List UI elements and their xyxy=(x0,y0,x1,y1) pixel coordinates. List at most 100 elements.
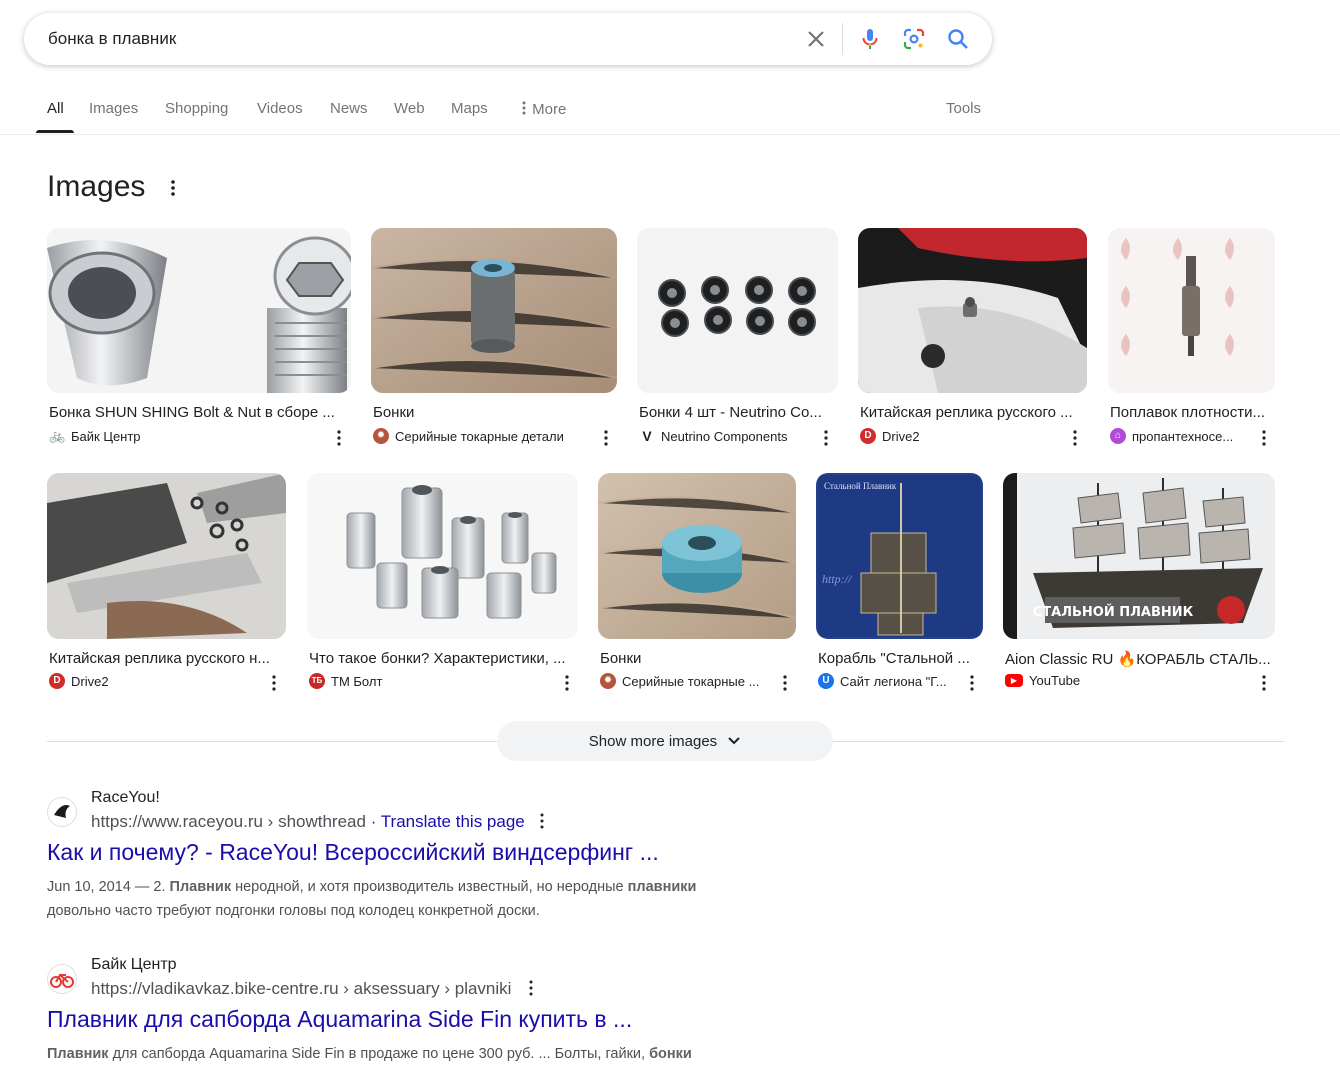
show-more-label: Show more images xyxy=(588,732,718,750)
tab-more-label: More xyxy=(532,101,567,118)
image-title: Бонки 4 шт - Neutrino Co... xyxy=(639,404,822,421)
image-source: D Drive2 xyxy=(860,428,1058,444)
tab-all[interactable]: All xyxy=(47,100,64,117)
image-card[interactable]: Бонки 4 шт - Neutrino Co... V Neutrino C… xyxy=(637,228,838,448)
result-url[interactable]: https://vladikavkaz.bike-centre.ru › aks… xyxy=(91,979,511,998)
tab-more[interactable]: More xyxy=(520,100,566,118)
image-card[interactable]: Поплавок плотности... ⌂ пропантехносе... xyxy=(1108,228,1275,448)
image-source: ▶ YouTube xyxy=(1005,673,1245,688)
image-thumbnail xyxy=(858,228,1087,393)
image-source: ТБ ТМ Болт xyxy=(309,673,547,689)
image-card[interactable]: Бонки ✹ Серийные токарные детали xyxy=(371,228,617,448)
more-options-icon[interactable] xyxy=(1068,428,1082,448)
search-result: RaceYou! https://www.raceyou.ru › showth… xyxy=(47,789,807,927)
chevron-down-icon xyxy=(728,737,740,745)
image-thumbnail xyxy=(598,473,796,639)
result-title-link[interactable]: Плавник для сапборда Aquamarina Side Fin… xyxy=(47,1006,632,1033)
source-name: Сайт легиона "Г... xyxy=(840,673,947,689)
tab-web[interactable]: Web xyxy=(394,100,425,117)
more-options-icon[interactable] xyxy=(965,673,979,693)
youtube-icon: ▶ xyxy=(1005,674,1023,687)
drive2-logo-icon: D xyxy=(49,673,65,689)
image-card[interactable]: Что такое бонки? Характеристики, ... ТБ … xyxy=(307,473,578,693)
more-options-icon[interactable] xyxy=(778,673,792,693)
search-box[interactable] xyxy=(24,13,992,65)
snippet-highlight: плавники xyxy=(627,879,697,895)
more-options-icon[interactable] xyxy=(1257,673,1271,693)
gear-icon: ✹ xyxy=(600,673,616,689)
raceyou-logo-icon xyxy=(54,805,70,818)
image-card[interactable]: Стальной Плавник http:// Корабль "Стальн… xyxy=(816,473,983,693)
result-url-line: https://www.raceyou.ru › showthread · Tr… xyxy=(91,812,549,832)
search-input[interactable] xyxy=(48,13,768,65)
source-name: ТМ Болт xyxy=(331,673,383,689)
microphone-icon[interactable] xyxy=(858,27,882,51)
images-heading: Images xyxy=(47,170,146,203)
result-site-name[interactable]: RaceYou! xyxy=(91,789,160,807)
image-thumbnail xyxy=(47,473,286,639)
bicycle-icon xyxy=(50,973,74,988)
image-thumbnail xyxy=(47,228,351,393)
tab-news[interactable]: News xyxy=(330,100,368,117)
image-thumbnail: Стальной Плавник http:// xyxy=(816,473,983,639)
ship-banner-text: СТАЛЬНОЙ ПЛАВНИК xyxy=(1033,604,1194,620)
more-options-icon[interactable] xyxy=(524,979,538,997)
image-card[interactable]: СТАЛЬНОЙ ПЛАВНИК Aion Classic RU 🔥КОРАБЛ… xyxy=(1003,473,1275,693)
image-title: Бонки xyxy=(373,404,415,421)
tools-button[interactable]: Tools xyxy=(946,100,981,117)
google-lens-icon[interactable] xyxy=(902,27,926,51)
snippet-highlight: Плавник xyxy=(169,879,232,895)
site-favicon[interactable] xyxy=(47,797,77,827)
tab-images[interactable]: Images xyxy=(89,100,138,117)
image-title: Поплавок плотности... xyxy=(1110,404,1266,421)
image-card[interactable]: Бонка SHUN SHING Bolt & Nut в сборе ... … xyxy=(47,228,351,448)
divider xyxy=(47,741,497,742)
site-favicon[interactable] xyxy=(47,964,77,994)
tab-maps[interactable]: Maps xyxy=(451,100,488,117)
search-icon[interactable] xyxy=(946,27,970,51)
more-options-icon[interactable] xyxy=(535,812,549,830)
result-site-name[interactable]: Байк Центр xyxy=(91,956,177,974)
image-thumbnail xyxy=(1108,228,1275,393)
tab-videos[interactable]: Videos xyxy=(257,100,303,117)
tm-bolt-logo-icon: ТБ xyxy=(309,673,325,689)
clear-icon[interactable] xyxy=(804,27,828,51)
more-options-icon[interactable] xyxy=(332,428,346,448)
source-name: Серийные токарные детали xyxy=(395,428,564,444)
more-options-icon[interactable] xyxy=(1257,428,1271,448)
image-title: Китайская реплика русского ... xyxy=(860,404,1073,421)
result-title-link[interactable]: Как и почему? - RaceYou! Всероссийский в… xyxy=(47,839,659,866)
image-thumbnail xyxy=(637,228,838,393)
image-source: ⌂ пропантехносе... xyxy=(1110,428,1244,444)
search-tabs: All Images Shopping Videos News Web Maps… xyxy=(0,88,1340,135)
search-divider xyxy=(842,23,843,55)
tab-shopping[interactable]: Shopping xyxy=(165,100,228,117)
snippet-highlight: Плавник xyxy=(47,1046,109,1062)
image-card[interactable]: Китайская реплика русского н... D Drive2 xyxy=(47,473,286,693)
more-options-icon[interactable] xyxy=(267,673,281,693)
image-source: U Сайт легиона "Г... xyxy=(818,673,952,689)
result-url[interactable]: https://www.raceyou.ru › showthread xyxy=(91,812,366,831)
translate-link[interactable]: · Translate this page xyxy=(371,812,525,831)
source-name: Drive2 xyxy=(882,428,920,444)
show-more-images-button[interactable]: Show more images xyxy=(497,721,833,761)
lock-icon: ⌂ xyxy=(1110,428,1126,444)
image-card[interactable]: Бонки ✹ Серийные токарные ... xyxy=(598,473,796,693)
snippet-text: для сапборда Aquamarina Side Fin в прода… xyxy=(108,1046,650,1062)
map-url-text: http:// xyxy=(822,572,853,586)
result-snippet: Плавник для сапборда Aquamarina Side Fin… xyxy=(47,1042,787,1066)
image-title: Aion Classic RU 🔥КОРАБЛЬ СТАЛЬ... xyxy=(1005,651,1271,668)
image-title: Бонка SHUN SHING Bolt & Nut в сборе ... xyxy=(49,404,335,421)
more-options-icon[interactable] xyxy=(819,428,833,448)
image-card[interactable]: Китайская реплика русского ... D Drive2 xyxy=(858,228,1087,448)
image-source: 🚲 Байк Центр xyxy=(49,428,319,444)
image-thumbnail: СТАЛЬНОЙ ПЛАВНИК xyxy=(1003,473,1275,639)
image-source: ✹ Серийные токарные детали xyxy=(373,428,587,444)
more-options-icon[interactable] xyxy=(599,428,613,448)
result-url-line: https://vladikavkaz.bike-centre.ru › aks… xyxy=(91,979,538,999)
neutrino-logo-icon: V xyxy=(642,428,652,444)
image-thumbnail xyxy=(307,473,578,639)
more-options-icon[interactable] xyxy=(164,176,182,200)
more-options-icon[interactable] xyxy=(560,673,574,693)
snippet-text: довольно часто требуют подгонки головы п… xyxy=(47,903,540,919)
